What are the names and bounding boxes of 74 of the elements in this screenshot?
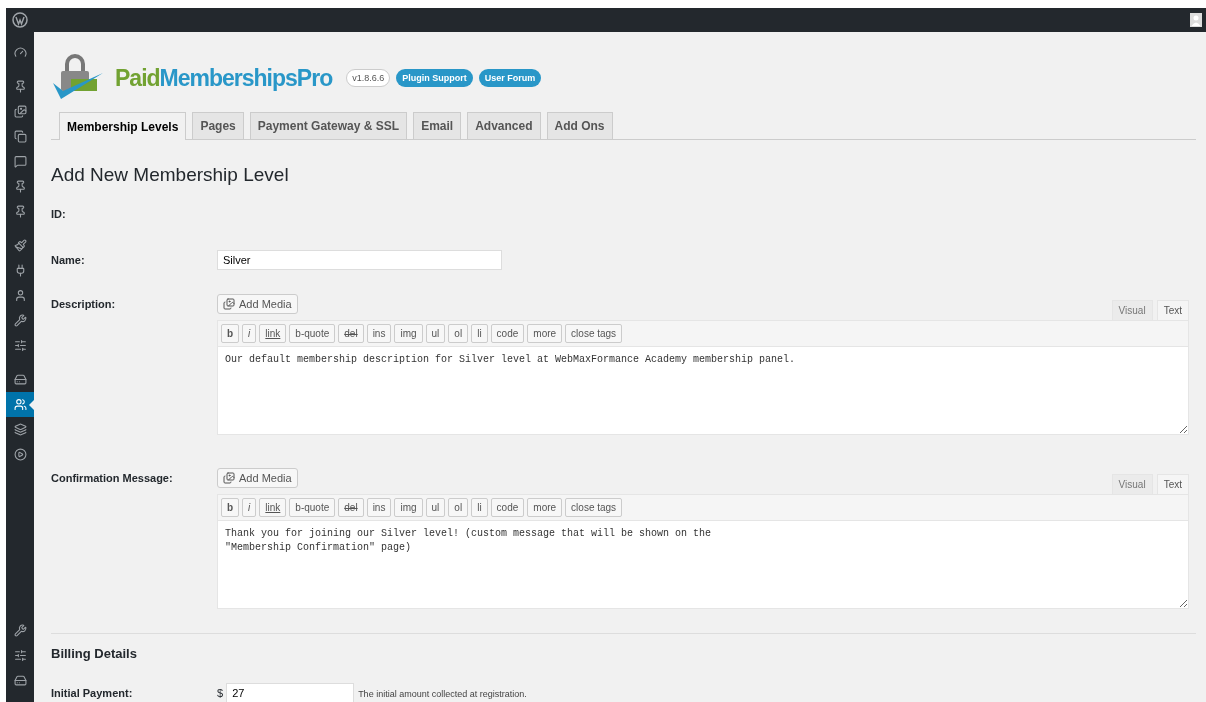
add-media-button[interactable]: Add Media (217, 294, 298, 314)
sliders-icon (13, 649, 27, 662)
sidebar-menu-item[interactable] (6, 392, 34, 417)
editor-mode-tab[interactable]: Visual (1111, 474, 1153, 494)
editor-textarea[interactable]: Our default membership description for Silver level at WebMaxFormance Academy membership panel. (217, 347, 1189, 435)
quicktag-button[interactable]: more (527, 324, 563, 343)
editor-mode-tab[interactable]: Text (1156, 474, 1189, 494)
speech-bubble-icon (13, 155, 27, 168)
quicktag-button[interactable]: li (471, 498, 488, 517)
quicktag-button[interactable]: code (490, 498, 525, 517)
paintbrush-icon (13, 239, 27, 252)
logo-word: MembershipsPro (159, 64, 333, 91)
people-icon (13, 398, 27, 411)
pin-icon (13, 80, 27, 93)
editor-mode-tab[interactable]: Visual (1111, 300, 1153, 320)
settings-tab[interactable]: Pages (192, 112, 244, 139)
quicktag-button[interactable]: ins (366, 324, 392, 343)
images-icon (13, 105, 27, 118)
quicktag-button[interactable]: b-quote (289, 498, 336, 517)
quicktag-button[interactable]: del (338, 324, 364, 343)
quicktag-button[interactable]: close tags (565, 498, 623, 517)
quicktag-button[interactable]: close tags (565, 324, 623, 343)
pin-icon (13, 180, 27, 193)
field-label: Confirmation Message: (51, 471, 174, 484)
sliders-icon (13, 339, 27, 352)
quicktag-button[interactable]: b (221, 498, 240, 517)
settings-tab[interactable]: Email (413, 112, 462, 139)
quicktag-button[interactable]: code (490, 324, 525, 343)
quicktag-button[interactable]: more (527, 498, 563, 517)
quicktag-button[interactable]: li (471, 324, 488, 343)
editor-mode-tab[interactable]: Text (1156, 300, 1189, 320)
page-title: Add New Membership Level (51, 164, 290, 187)
quicktag-button[interactable]: b (221, 324, 240, 343)
payment-input[interactable]: 27 (226, 683, 355, 702)
quicktag-button[interactable]: link (259, 498, 287, 517)
field-label: ID: (51, 207, 67, 220)
quicktag-button[interactable]: link (259, 324, 287, 343)
quicktag-button[interactable]: img (394, 324, 423, 343)
editor-textarea[interactable]: Thank you for joining our Silver level! (custom message that will be shown on the "Membership Confirmation" page) (217, 521, 1189, 609)
pin-icon (13, 205, 27, 218)
quicktag-button[interactable]: ins (366, 498, 392, 517)
pages-icon (13, 130, 27, 143)
settings-tab[interactable]: Membership Levels (59, 112, 187, 140)
layers-icon (13, 423, 27, 436)
settings-tab[interactable]: Advanced (467, 112, 541, 139)
quicktag-button[interactable]: ul (425, 324, 446, 343)
wrench-icon (13, 624, 27, 637)
settings-tab[interactable]: Payment Gateway & SSL (249, 112, 408, 139)
name-input[interactable]: Silver (217, 250, 502, 270)
field-label: Description: (51, 297, 117, 310)
quicktag-button[interactable]: i (242, 498, 257, 517)
media-icon (223, 472, 235, 484)
quicktag-button[interactable]: ol (448, 498, 469, 517)
section-title: Billing Details (51, 646, 138, 661)
add-media-button[interactable]: Add Media (217, 468, 298, 488)
field-hint: The initial amount collected at registration. (358, 689, 527, 699)
field-label: Name: (51, 253, 86, 266)
play-icon (13, 448, 27, 461)
quicktag-button[interactable]: ol (448, 324, 469, 343)
gauge-icon (13, 46, 27, 59)
quicktag-button[interactable]: del (338, 498, 364, 517)
version-label: v1.8.6.6 (346, 69, 391, 87)
wrench-icon (13, 314, 27, 327)
field-label: Initial Payment: (51, 686, 134, 699)
currency-symbol: $ (217, 687, 224, 699)
quicktag-button[interactable]: b-quote (289, 324, 336, 343)
settings-tab[interactable]: Add Ons (546, 112, 613, 139)
wordpress-logo-icon[interactable] (12, 12, 28, 28)
quicktag-button[interactable]: i (242, 324, 257, 343)
logo-word: Paid (115, 64, 160, 91)
media-icon (223, 298, 235, 310)
quicktag-button[interactable]: ul (425, 498, 446, 517)
quicktag-button[interactable]: img (394, 498, 423, 517)
user-icon (13, 289, 27, 302)
